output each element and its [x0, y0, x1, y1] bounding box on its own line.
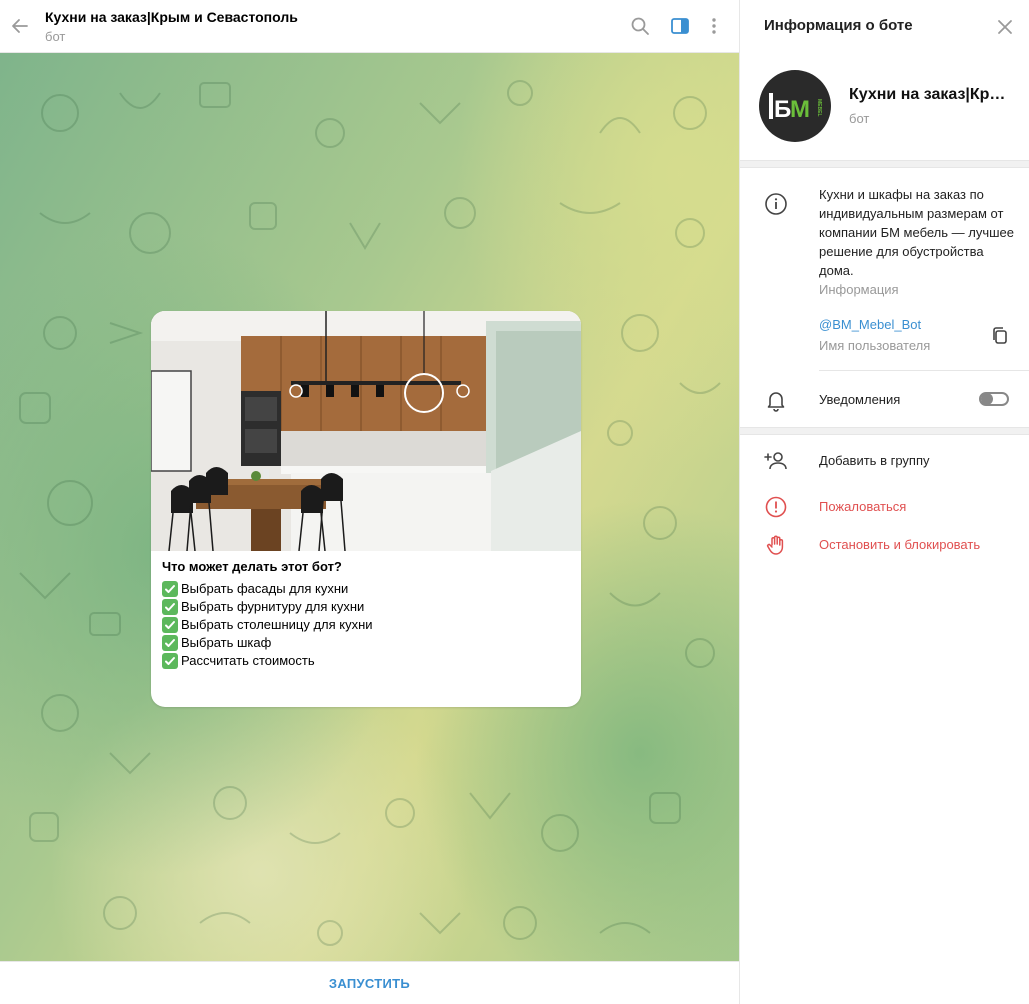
divider — [819, 370, 1029, 371]
report-label: Пожаловаться — [819, 499, 907, 514]
start-button[interactable]: ЗАПУСТИТЬ — [0, 961, 739, 1004]
back-button[interactable] — [8, 12, 32, 40]
svg-text:MEBEL: MEBEL — [816, 99, 822, 117]
check-mark-button-icon — [162, 635, 178, 651]
check-mark-button-icon — [162, 617, 178, 633]
chat-area: Кухни на заказ|Крым и Севастополь бот Чт… — [0, 0, 739, 1004]
feature-text: Выбрать фурнитуру для кухни — [181, 599, 365, 614]
message-title: Что может делать этот бот? — [162, 559, 342, 574]
feature-item: Выбрать столешницу для кухни — [162, 616, 572, 634]
info-icon — [765, 193, 787, 215]
section-divider — [740, 160, 1029, 168]
feature-text: Выбрать столешницу для кухни — [181, 617, 373, 632]
panel-title: Информация о боте — [764, 17, 913, 34]
bot-description-message: Что может делать этот бот? Выбрать фасад… — [151, 311, 581, 707]
close-icon — [998, 20, 1012, 34]
add-to-group-button[interactable]: Добавить в группу — [740, 443, 1029, 479]
check-mark-button-icon — [162, 653, 178, 669]
bot-name: Кухни на заказ|Крым и Севастополь — [849, 86, 1019, 103]
toggle-info-panel-button[interactable] — [668, 14, 692, 38]
svg-text:M: M — [790, 96, 810, 123]
feature-text: Выбрать шкаф — [181, 635, 272, 650]
copy-icon[interactable] — [989, 325, 1011, 347]
feature-item: Рассчитать стоимость — [162, 652, 572, 670]
chat-background: Что может делать этот бот? Выбрать фасад… — [0, 53, 739, 961]
more-vertical-icon — [712, 18, 716, 34]
check-mark-button-icon — [162, 599, 178, 615]
notifications-label: Уведомления — [819, 392, 901, 407]
avatar[interactable]: Б M MEBEL — [759, 70, 831, 142]
bot-info-panel: Информация о боте Б M MEBEL Кухни на зак… — [739, 0, 1029, 1004]
feature-text: Рассчитать стоимость — [181, 653, 315, 668]
bot-username[interactable]: @BM_Mebel_Bot — [819, 317, 921, 332]
feature-item: Выбрать фасады для кухни — [162, 580, 572, 598]
bot-type-label: бот — [849, 111, 870, 126]
feature-text: Выбрать фасады для кухни — [181, 581, 349, 596]
close-panel-button[interactable] — [993, 15, 1017, 39]
bell-icon — [767, 392, 785, 412]
hand-stop-icon — [766, 535, 784, 555]
feature-item: Выбрать шкаф — [162, 634, 572, 652]
svg-text:Б: Б — [774, 96, 791, 123]
bot-description: Кухни и шкафы на заказ по индивидуальным… — [819, 187, 1015, 278]
section-divider — [740, 427, 1029, 435]
arrow-left-icon — [12, 19, 28, 33]
stop-and-block-button[interactable]: Остановить и блокировать — [740, 527, 1029, 563]
notifications-toggle[interactable] — [979, 392, 1009, 406]
add-to-group-label: Добавить в группу — [819, 453, 930, 468]
sidebar-toggle-icon — [671, 18, 689, 34]
search-button[interactable] — [628, 14, 652, 38]
alert-circle-icon — [765, 496, 787, 518]
bm-mebel-logo: Б M MEBEL — [769, 93, 822, 123]
kitchen-photo — [151, 311, 581, 551]
feature-list: Выбрать фасады для кухни Выбрать фурнитур… — [162, 580, 572, 670]
more-menu-button[interactable] — [702, 14, 726, 38]
chat-subtitle: бот — [45, 29, 66, 44]
report-button[interactable]: Пожаловаться — [740, 489, 1029, 525]
toggle-knob — [981, 393, 993, 405]
chat-title[interactable]: Кухни на заказ|Крым и Севастополь — [45, 9, 298, 25]
add-user-icon — [764, 452, 787, 470]
feature-item: Выбрать фурнитуру для кухни — [162, 598, 572, 616]
check-mark-button-icon — [162, 581, 178, 597]
description-label: Информация — [819, 282, 899, 297]
username-label: Имя пользователя — [819, 338, 931, 353]
message-text: Что может делать этот бот? Выбрать фасад… — [162, 558, 572, 670]
start-button-label: ЗАПУСТИТЬ — [328, 975, 411, 991]
stop-and-block-label: Остановить и блокировать — [819, 537, 981, 552]
search-icon — [631, 17, 649, 35]
chat-header: Кухни на заказ|Крым и Севастополь бот — [0, 0, 739, 53]
